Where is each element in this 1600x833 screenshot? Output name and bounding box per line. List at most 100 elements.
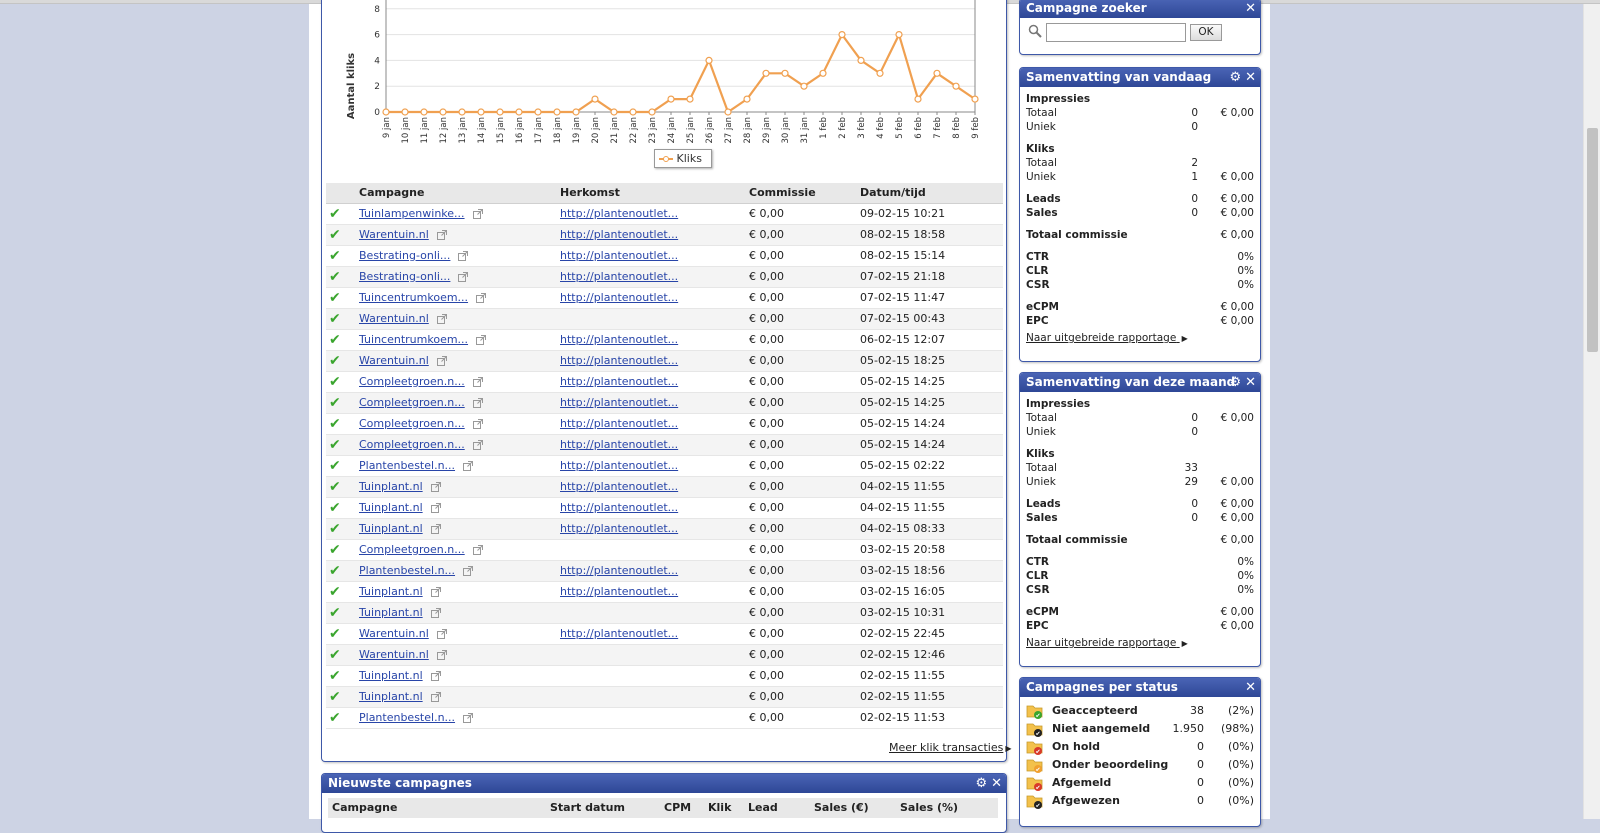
external-link-icon[interactable] xyxy=(436,230,447,240)
origin-link[interactable]: http://plantenoutlet... xyxy=(560,627,678,640)
status-row[interactable]: ✔ Niet aangemeld 1.950 (98%) xyxy=(1026,720,1254,738)
external-link-icon[interactable] xyxy=(472,440,483,450)
external-link-icon[interactable] xyxy=(472,209,483,219)
external-link-icon[interactable] xyxy=(463,566,474,576)
campaign-link[interactable]: Compleetgroen.n... xyxy=(359,417,465,430)
table-row: ✔ Plantenbestel.n... http://plantenoutlet.… xyxy=(326,455,1003,477)
external-link-icon[interactable] xyxy=(436,356,447,366)
campaign-link[interactable]: Compleetgroen.n... xyxy=(359,543,465,556)
gear-icon[interactable]: ⚙ xyxy=(975,774,987,793)
external-link-icon[interactable] xyxy=(430,482,441,492)
origin-link[interactable]: http://plantenoutlet... xyxy=(560,396,678,409)
origin-link[interactable]: http://plantenoutlet... xyxy=(560,564,678,577)
close-icon[interactable]: ✕ xyxy=(1245,678,1256,697)
campaign-search-input[interactable] xyxy=(1046,23,1186,42)
origin-link[interactable]: http://plantenoutlet... xyxy=(560,459,678,472)
external-link-icon[interactable] xyxy=(430,503,441,513)
close-icon[interactable]: ✕ xyxy=(1245,0,1256,18)
external-link-icon[interactable] xyxy=(430,587,441,597)
campaign-link[interactable]: Compleetgroen.n... xyxy=(359,438,465,451)
external-link-icon[interactable] xyxy=(458,272,469,282)
origin-link[interactable]: http://plantenoutlet... xyxy=(560,333,678,346)
today-report-link[interactable]: Naar uitgebreide rapportage ▶ xyxy=(1026,332,1188,344)
external-link-icon[interactable] xyxy=(472,398,483,408)
status-row[interactable]: ✔ Afgemeld 0 (0%) xyxy=(1026,774,1254,792)
origin-link[interactable]: http://plantenoutlet... xyxy=(560,417,678,430)
origin-link[interactable]: http://plantenoutlet... xyxy=(560,270,678,283)
origin-link[interactable]: http://plantenoutlet... xyxy=(560,291,678,304)
more-click-transactions-link[interactable]: Meer klik transacties ▶ xyxy=(889,741,1012,754)
campaign-link[interactable]: Tuinplant.nl xyxy=(359,480,423,493)
external-link-icon[interactable] xyxy=(476,293,487,303)
campaign-link[interactable]: Plantenbestel.n... xyxy=(359,564,455,577)
origin-link[interactable]: http://plantenoutlet... xyxy=(560,207,678,220)
campaign-link[interactable]: Tuinplant.nl xyxy=(359,501,423,514)
campaign-link[interactable]: Tuinplant.nl xyxy=(359,669,423,682)
more-link-label[interactable]: Meer klik transacties xyxy=(889,741,1003,754)
campaign-link[interactable]: Tuinplant.nl xyxy=(359,690,423,703)
campaign-link[interactable]: Tuinplant.nl xyxy=(359,606,423,619)
external-link-icon[interactable] xyxy=(463,461,474,471)
report-link-label[interactable]: Naar uitgebreide rapportage xyxy=(1026,637,1176,649)
campaign-link[interactable]: Warentuin.nl xyxy=(359,648,429,661)
commission-cell: € 0,00 xyxy=(746,581,857,603)
origin-link[interactable]: http://plantenoutlet... xyxy=(560,375,678,388)
datetime-cell: 09-02-15 10:21 xyxy=(857,203,1003,225)
status-row[interactable]: ✔ Afgewezen 0 (0%) xyxy=(1026,792,1254,810)
origin-link[interactable]: http://plantenoutlet... xyxy=(560,585,678,598)
origin-link[interactable]: http://plantenoutlet... xyxy=(560,480,678,493)
campaign-link[interactable]: Compleetgroen.n... xyxy=(359,396,465,409)
status-row[interactable]: ✔ On hold 0 (0%) xyxy=(1026,738,1254,756)
external-link-icon[interactable] xyxy=(472,545,483,555)
close-icon[interactable]: ✕ xyxy=(1245,373,1256,392)
campaign-link[interactable]: Compleetgroen.n... xyxy=(359,375,465,388)
status-row[interactable]: ✔ Onder beoordeling 0 (0%) xyxy=(1026,756,1254,774)
x-tick-label: 26 jan xyxy=(705,117,715,143)
external-link-icon[interactable] xyxy=(436,650,447,660)
external-link-icon[interactable] xyxy=(436,629,447,639)
campaign-link[interactable]: Tuinplant.nl xyxy=(359,585,423,598)
chart-legend[interactable]: Kliks xyxy=(654,149,712,168)
table-row: ✔ Bestrating-onli... http://plantenoutlet.… xyxy=(326,266,1003,288)
campaign-link[interactable]: Warentuin.nl xyxy=(359,312,429,325)
external-link-icon[interactable] xyxy=(472,419,483,429)
external-link-icon[interactable] xyxy=(436,314,447,324)
origin-cell: http://plantenoutlet... xyxy=(557,581,746,603)
gear-icon[interactable]: ⚙ xyxy=(1229,68,1241,87)
campaign-link[interactable]: Warentuin.nl xyxy=(359,627,429,640)
external-link-icon[interactable] xyxy=(463,713,474,723)
campaign-link[interactable]: Tuinplant.nl xyxy=(359,522,423,535)
report-link-label[interactable]: Naar uitgebreide rapportage xyxy=(1026,332,1176,344)
campaign-link[interactable]: Bestrating-onli... xyxy=(359,249,450,262)
check-icon: ✔ xyxy=(329,247,341,264)
campaign-link[interactable]: Tuincentrumkoem... xyxy=(359,291,468,304)
external-link-icon[interactable] xyxy=(430,692,441,702)
campaign-link[interactable]: Tuincentrumkoem... xyxy=(359,333,468,346)
origin-link[interactable]: http://plantenoutlet... xyxy=(560,438,678,451)
gear-icon[interactable]: ⚙ xyxy=(1229,373,1241,392)
origin-link[interactable]: http://plantenoutlet... xyxy=(560,522,678,535)
campaign-link[interactable]: Bestrating-onli... xyxy=(359,270,450,283)
external-link-icon[interactable] xyxy=(430,608,441,618)
campaign-link[interactable]: Tuinlampenwinke... xyxy=(359,207,465,220)
origin-link[interactable]: http://plantenoutlet... xyxy=(560,501,678,514)
search-ok-button[interactable]: OK xyxy=(1190,24,1222,41)
status-row[interactable]: ✔ Geaccepteerd 38 (2%) xyxy=(1026,702,1254,720)
origin-link[interactable]: http://plantenoutlet... xyxy=(560,354,678,367)
external-link-icon[interactable] xyxy=(458,251,469,261)
close-icon[interactable]: ✕ xyxy=(1245,68,1256,87)
campaign-link[interactable]: Plantenbestel.n... xyxy=(359,459,455,472)
origin-link[interactable]: http://plantenoutlet... xyxy=(560,228,678,241)
origin-link[interactable]: http://plantenoutlet... xyxy=(560,249,678,262)
campaign-link[interactable]: Warentuin.nl xyxy=(359,228,429,241)
campaign-link[interactable]: Plantenbestel.n... xyxy=(359,711,455,724)
external-link-icon[interactable] xyxy=(430,671,441,681)
external-link-icon[interactable] xyxy=(472,377,483,387)
close-icon[interactable]: ✕ xyxy=(991,774,1002,793)
table-row: ✔ Plantenbestel.n... € 0,00 02-02-15 11:53 xyxy=(326,707,1003,729)
datetime-cell: 02-02-15 12:46 xyxy=(857,644,1003,666)
external-link-icon[interactable] xyxy=(476,335,487,345)
campaign-link[interactable]: Warentuin.nl xyxy=(359,354,429,367)
external-link-icon[interactable] xyxy=(430,524,441,534)
month-report-link[interactable]: Naar uitgebreide rapportage ▶ xyxy=(1026,637,1188,649)
